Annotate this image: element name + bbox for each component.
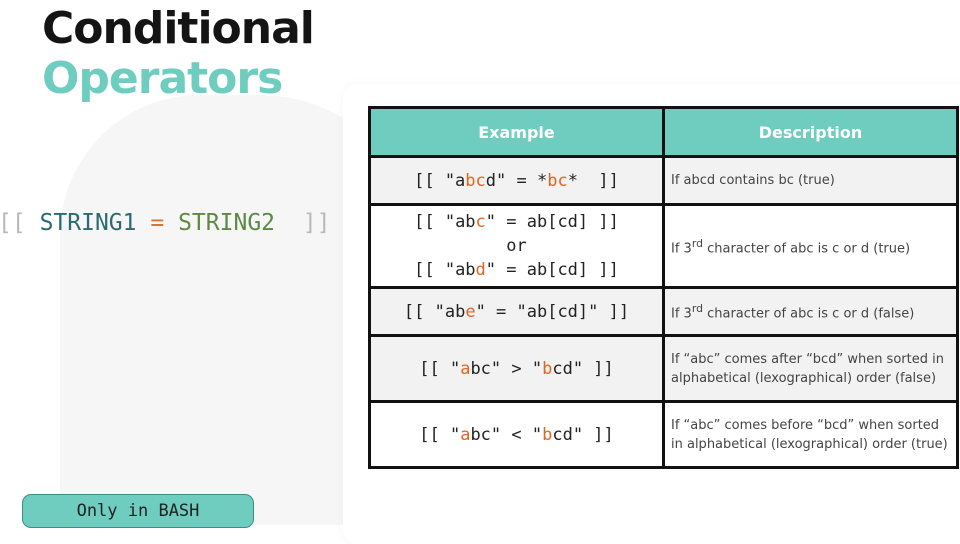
example-cell: [[ "abc" < "bcd" ]] xyxy=(368,400,665,469)
description-cell: If 3rd character of abc is c or d (false… xyxy=(662,286,959,337)
example-cell: [[ "abe" = "ab[cd]" ]] xyxy=(368,286,665,337)
table-header-row: Example Description xyxy=(368,106,959,158)
example-cell: [[ "abcd" = *bc* ]] xyxy=(368,155,665,206)
bash-only-label: Only in BASH xyxy=(76,501,200,521)
bash-only-badge: Only in BASH xyxy=(22,494,254,528)
title-line-1: Conditional xyxy=(42,3,315,54)
table-row: [[ "abc" > "bcd" ]] If “abc” comes after… xyxy=(368,334,959,403)
description-cell: If “abc” comes after “bcd” when sorted i… xyxy=(662,334,959,403)
table-row: [[ "abcd" = *bc* ]] If abcd contains bc … xyxy=(368,155,959,206)
page-title: Conditional Operators xyxy=(42,3,315,104)
syntax-example: [[ STRING1 = STRING2 ]] xyxy=(0,210,330,236)
example-cell: [[ "abc" > "bcd" ]] xyxy=(368,334,665,403)
table-row: [[ "abc" = ab[cd] ]] or[[ "abd" = ab[cd] … xyxy=(368,203,959,289)
description-cell: If abcd contains bc (true) xyxy=(662,155,959,206)
title-line-2: Operators xyxy=(42,53,283,104)
operators-table: Example Description [[ "abcd" = *bc* ]] … xyxy=(368,106,959,469)
syntax-open-bracket: [[ xyxy=(0,210,26,236)
syntax-close-bracket: ]] xyxy=(302,210,331,236)
header-description: Description xyxy=(662,106,959,158)
header-example: Example xyxy=(368,106,665,158)
syntax-equals: = xyxy=(150,210,165,236)
table-row: [[ "abc" < "bcd" ]] If “abc” comes befor… xyxy=(368,400,959,469)
table-row: [[ "abe" = "ab[cd]" ]] If 3rd character … xyxy=(368,286,959,337)
description-cell: If 3rd character of abc is c or d (true) xyxy=(662,203,959,289)
description-cell: If “abc” comes before “bcd” when sorted … xyxy=(662,400,959,469)
syntax-string2: STRING2 xyxy=(178,210,276,236)
example-cell: [[ "abc" = ab[cd] ]] or[[ "abd" = ab[cd] … xyxy=(368,203,665,289)
syntax-string1: STRING1 xyxy=(39,210,137,236)
